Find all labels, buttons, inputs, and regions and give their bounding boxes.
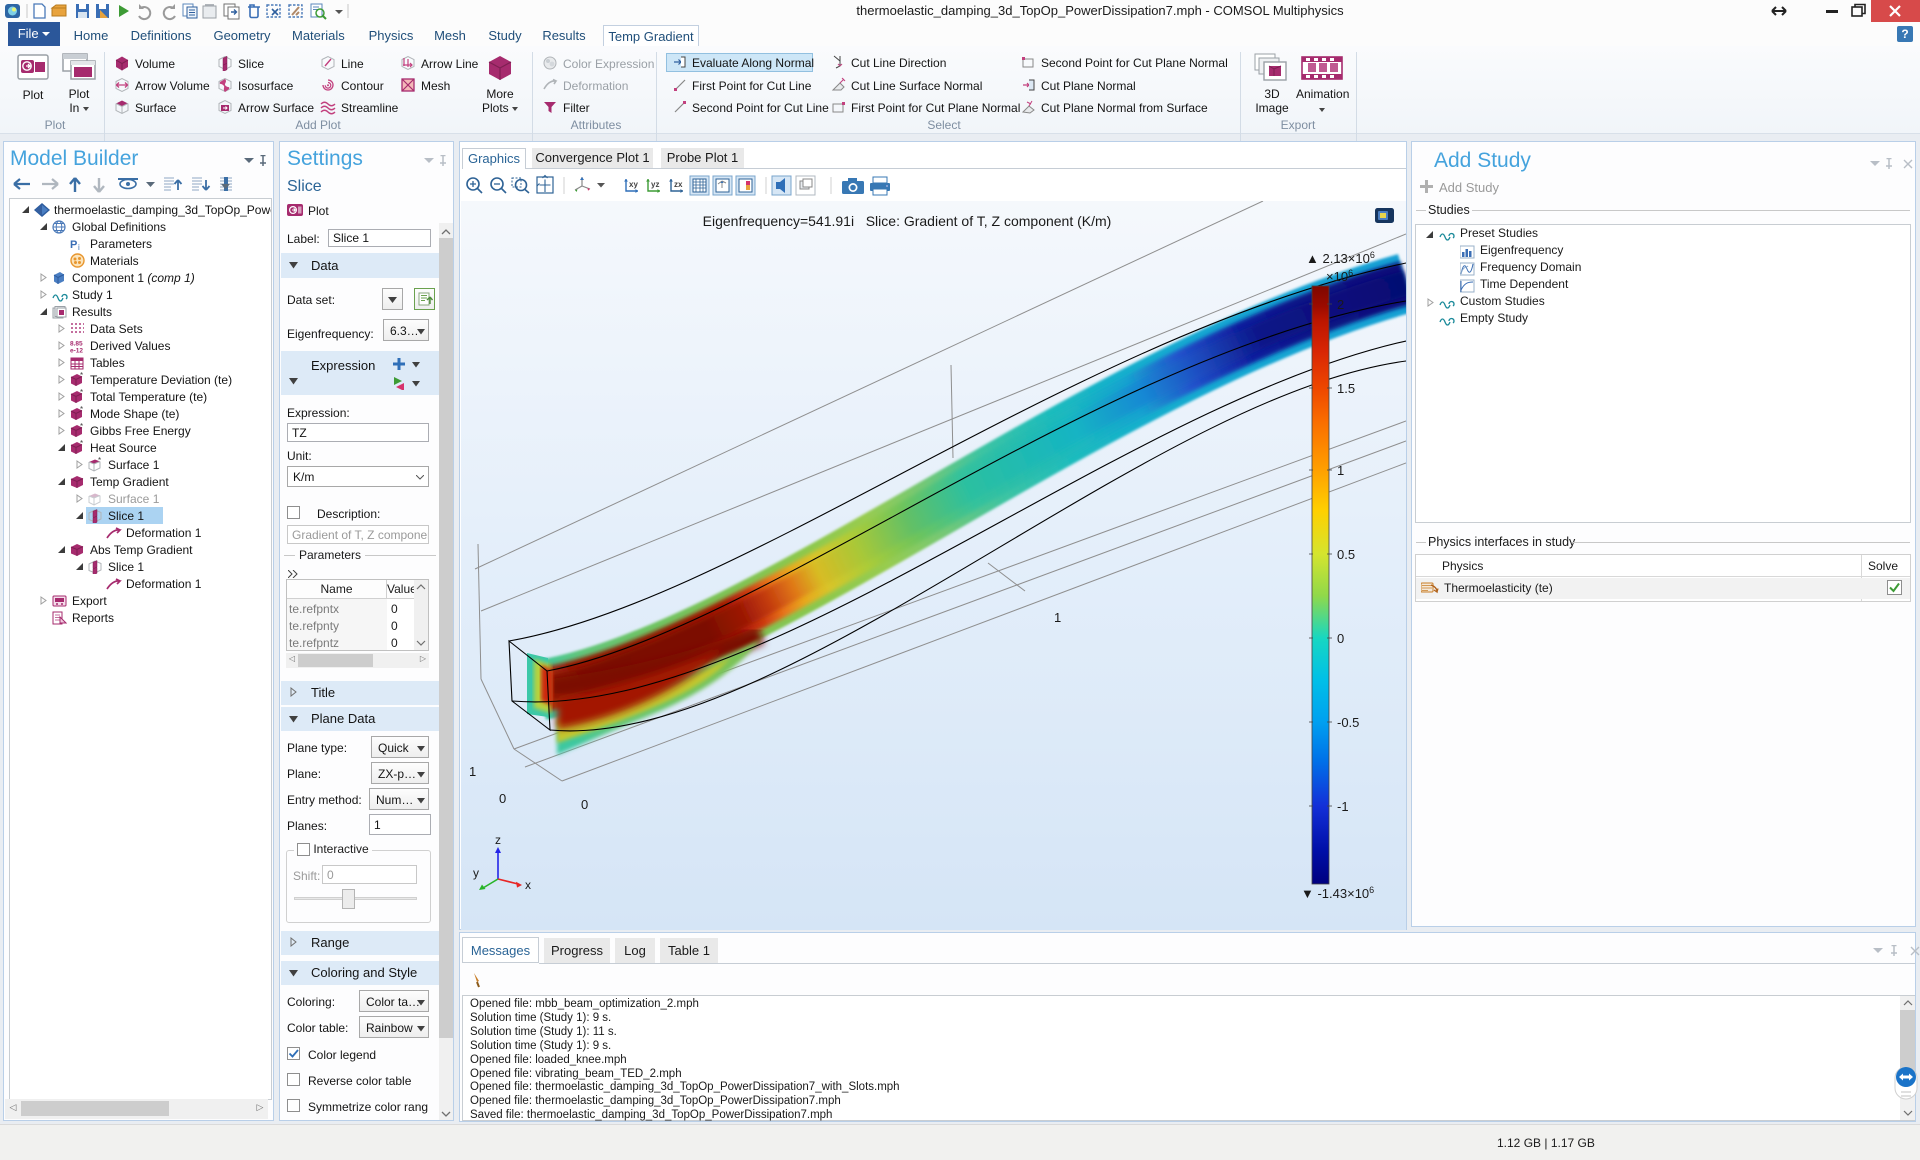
svg-text:8.85: 8.85 <box>70 341 83 348</box>
svg-text:1: 1 <box>469 764 476 779</box>
svg-text:*: * <box>80 440 83 448</box>
svg-text:0: 0 <box>581 797 588 812</box>
svg-text:yz: yz <box>651 180 659 189</box>
svg-text:0: 0 <box>1337 631 1344 646</box>
svg-text:-1: -1 <box>1337 799 1349 814</box>
svg-text:zx: zx <box>674 180 683 189</box>
svg-text:z: z <box>495 833 501 847</box>
svg-text:*: * <box>80 423 83 431</box>
svg-text:2: 2 <box>1337 297 1344 312</box>
svg-text:Eigenfrequency=541.91i Slice: Eigenfrequency=541.91i Slice: Gradient o… <box>703 213 1112 229</box>
svg-text:xy: xy <box>629 180 638 189</box>
svg-text:*: * <box>80 389 83 397</box>
svg-text:e-12: e-12 <box>70 348 83 354</box>
svg-text:x: x <box>525 878 531 892</box>
svg-text:1: 1 <box>1054 610 1061 625</box>
svg-text:*: * <box>80 406 83 414</box>
svg-text:i: i <box>78 243 80 251</box>
svg-text:*: * <box>80 372 83 380</box>
svg-text:▼ -1.43×106: ▼ -1.43×106 <box>1301 885 1374 901</box>
svg-text:1: 1 <box>1337 463 1344 478</box>
svg-text:P: P <box>70 239 77 251</box>
svg-text:-0.5: -0.5 <box>1337 715 1359 730</box>
svg-text:▲ 2.13×106: ▲ 2.13×106 <box>1306 250 1375 266</box>
svg-text:*: * <box>98 457 101 465</box>
svg-text:0: 0 <box>499 791 506 806</box>
svg-text:1.5: 1.5 <box>1337 381 1355 396</box>
svg-text:0.5: 0.5 <box>1337 547 1355 562</box>
svg-text:y: y <box>473 866 479 880</box>
